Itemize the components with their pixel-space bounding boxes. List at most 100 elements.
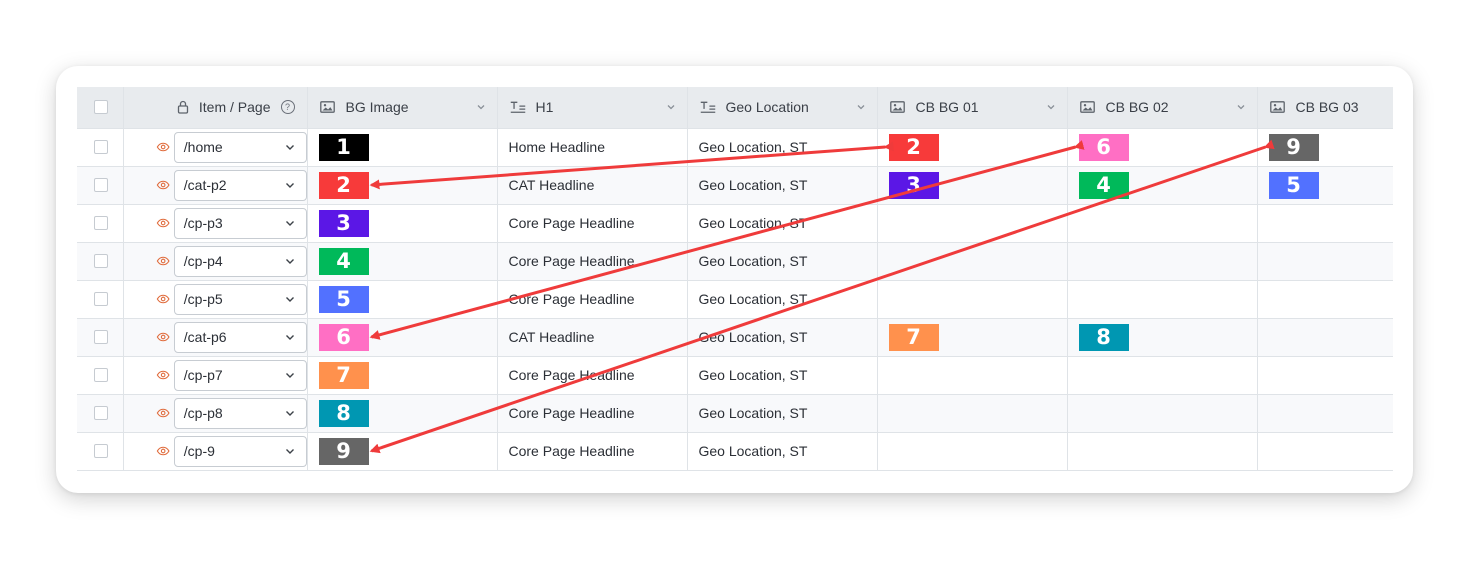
row-select-cell[interactable] xyxy=(77,318,124,357)
page-cell[interactable]: /cp-9 xyxy=(123,432,308,471)
cb-bg-03-thumbnail[interactable]: 9 xyxy=(1268,133,1319,161)
row-checkbox[interactable] xyxy=(94,406,108,420)
select-all-checkbox[interactable] xyxy=(94,100,108,115)
cb-bg-01-cell[interactable] xyxy=(877,280,1068,319)
bg-image-thumbnail[interactable]: 5 xyxy=(318,285,369,313)
page-select[interactable]: /home xyxy=(173,131,307,163)
row-select-cell[interactable] xyxy=(77,394,124,433)
cb-bg-02-cell[interactable] xyxy=(1067,432,1258,471)
eye-icon[interactable] xyxy=(156,177,170,193)
h1-cell[interactable]: Core Page Headline xyxy=(497,242,688,281)
table-row[interactable]: /cp-9 9 Core Page Headline Geo Location, ST xyxy=(77,432,1393,471)
bg-image-thumbnail[interactable]: 8 xyxy=(318,399,369,427)
chevron-down-icon[interactable] xyxy=(855,101,867,113)
page-select[interactable]: /cp-p4 xyxy=(173,245,307,277)
cb-bg-03-thumbnail[interactable]: 5 xyxy=(1268,171,1319,199)
cb-bg-01-cell[interactable]: 3 xyxy=(877,166,1068,205)
row-select-cell[interactable] xyxy=(77,166,124,205)
bg-image-cell[interactable]: 8 xyxy=(307,394,498,433)
cb-bg-02-cell[interactable] xyxy=(1067,204,1258,243)
row-checkbox[interactable] xyxy=(94,216,108,230)
help-circle-icon[interactable]: ? xyxy=(280,100,295,115)
page-select[interactable]: /cat-p2 xyxy=(173,169,307,201)
cb-bg-02-cell[interactable] xyxy=(1067,280,1258,319)
page-cell[interactable]: /cat-p6 xyxy=(123,318,308,357)
chevron-down-icon[interactable] xyxy=(665,101,677,113)
h1-cell[interactable]: Home Headline xyxy=(497,128,688,167)
cb-bg-03-cell[interactable] xyxy=(1257,242,1393,281)
geo-cell[interactable]: Geo Location, ST xyxy=(687,204,878,243)
h1-cell[interactable]: Core Page Headline xyxy=(497,280,688,319)
cb-bg-01-cell[interactable] xyxy=(877,356,1068,395)
cb-bg-01-cell[interactable] xyxy=(877,204,1068,243)
row-select-cell[interactable] xyxy=(77,242,124,281)
h1-cell[interactable]: Core Page Headline xyxy=(497,394,688,433)
geo-cell[interactable]: Geo Location, ST xyxy=(687,166,878,205)
eye-icon[interactable] xyxy=(156,329,170,345)
bg-image-thumbnail[interactable]: 2 xyxy=(318,171,369,199)
header-cb-bg-02[interactable]: CB BG 02 xyxy=(1067,87,1258,129)
page-cell[interactable]: /cp-p8 xyxy=(123,394,308,433)
header-bg-image[interactable]: BG Image xyxy=(307,87,498,129)
row-checkbox[interactable] xyxy=(94,368,108,382)
cb-bg-03-cell[interactable] xyxy=(1257,356,1393,395)
row-select-cell[interactable] xyxy=(77,432,124,471)
cb-bg-01-thumbnail[interactable]: 7 xyxy=(888,323,939,351)
eye-icon[interactable] xyxy=(156,367,170,383)
cb-bg-02-cell[interactable] xyxy=(1067,394,1258,433)
cb-bg-01-cell[interactable]: 2 xyxy=(877,128,1068,167)
geo-cell[interactable]: Geo Location, ST xyxy=(687,356,878,395)
bg-image-cell[interactable]: 9 xyxy=(307,432,498,471)
header-item-page[interactable]: Item / Page ? xyxy=(123,87,308,129)
bg-image-thumbnail[interactable]: 6 xyxy=(318,323,369,351)
chevron-down-icon[interactable] xyxy=(1235,101,1247,113)
geo-cell[interactable]: Geo Location, ST xyxy=(687,432,878,471)
bg-image-cell[interactable]: 3 xyxy=(307,204,498,243)
cb-bg-02-cell[interactable]: 4 xyxy=(1067,166,1258,205)
eye-icon[interactable] xyxy=(156,443,170,459)
geo-cell[interactable]: Geo Location, ST xyxy=(687,394,878,433)
cb-bg-02-thumbnail[interactable]: 6 xyxy=(1078,133,1129,161)
cb-bg-02-cell[interactable] xyxy=(1067,356,1258,395)
page-cell[interactable]: /home xyxy=(123,128,308,167)
eye-icon[interactable] xyxy=(156,139,170,155)
cb-bg-02-thumbnail[interactable]: 4 xyxy=(1078,171,1129,199)
chevron-down-icon[interactable] xyxy=(475,101,487,113)
cb-bg-02-cell[interactable] xyxy=(1067,242,1258,281)
cb-bg-01-thumbnail[interactable]: 2 xyxy=(888,133,939,161)
row-checkbox[interactable] xyxy=(94,444,108,458)
table-row[interactable]: /cp-p4 4 Core Page Headline Geo Location, S… xyxy=(77,242,1393,281)
cb-bg-03-cell[interactable] xyxy=(1257,432,1393,471)
header-cb-bg-03[interactable]: CB BG 03 xyxy=(1257,87,1393,129)
cb-bg-01-cell[interactable]: 7 xyxy=(877,318,1068,357)
bg-image-cell[interactable]: 6 xyxy=(307,318,498,357)
bg-image-cell[interactable]: 4 xyxy=(307,242,498,281)
cb-bg-03-cell[interactable] xyxy=(1257,318,1393,357)
page-select[interactable]: /cp-p5 xyxy=(173,283,307,315)
h1-cell[interactable]: Core Page Headline xyxy=(496,204,688,243)
row-select-cell[interactable] xyxy=(77,204,124,243)
header-h1[interactable]: H1 xyxy=(497,87,688,129)
eye-icon[interactable] xyxy=(156,253,170,269)
h1-cell[interactable]: CAT Headline xyxy=(497,166,688,205)
geo-cell[interactable]: Geo Location, ST xyxy=(687,242,878,281)
table-row[interactable]: /home 1 Home Headline Geo Location, ST 2 6 9 xyxy=(77,128,1393,167)
page-select[interactable]: /cp-p7 xyxy=(173,359,307,391)
table-row[interactable]: /cp-p7 7 Core Page Headline Geo Location, S… xyxy=(77,356,1393,395)
eye-icon[interactable] xyxy=(156,405,170,421)
row-checkbox[interactable] xyxy=(94,178,108,192)
page-cell[interactable]: /cp-p7 xyxy=(123,356,308,395)
cb-bg-03-cell[interactable] xyxy=(1257,204,1393,243)
page-select[interactable]: /cp-p3 xyxy=(173,207,307,239)
cb-bg-03-cell[interactable]: 5 xyxy=(1257,166,1393,205)
bg-image-thumbnail[interactable]: 1 xyxy=(318,133,369,161)
cb-bg-01-thumbnail[interactable]: 3 xyxy=(888,171,939,199)
table-row[interactable]: /cat-p6 6 CAT Headline Geo Location, ST 7 8 xyxy=(77,318,1393,357)
table-row[interactable]: /cat-p2 2 CAT Headline Geo Location, ST 3 4 5 xyxy=(77,166,1393,205)
h1-cell[interactable]: Core Page Headline xyxy=(497,356,688,395)
cb-bg-01-cell[interactable] xyxy=(877,432,1068,471)
h1-cell[interactable]: Core Page Headline xyxy=(497,432,688,471)
bg-image-cell[interactable]: 5 xyxy=(307,280,498,319)
bg-image-thumbnail[interactable]: 9 xyxy=(318,437,369,465)
page-select[interactable]: /cp-9 xyxy=(173,435,307,467)
